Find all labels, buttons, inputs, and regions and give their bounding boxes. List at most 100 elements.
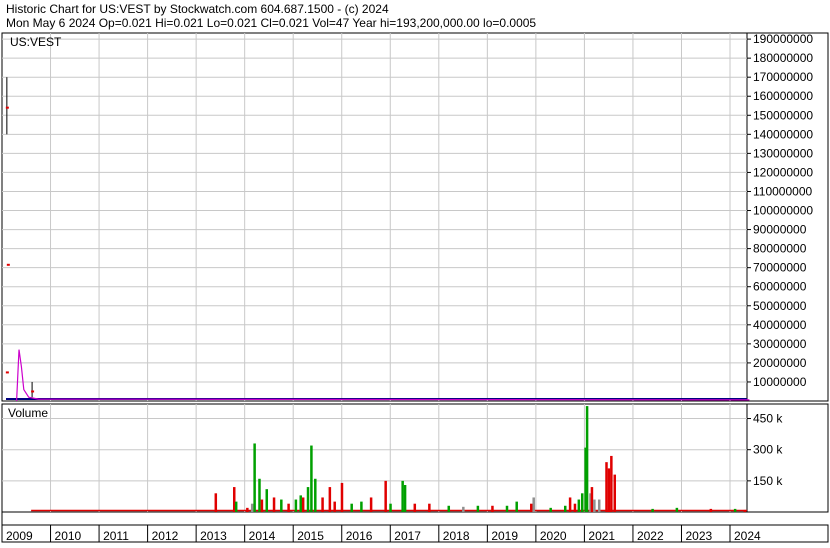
volume-bar	[389, 503, 392, 512]
volume-bar	[287, 503, 290, 512]
price-y-tick-label: 140000000	[753, 127, 813, 141]
volume-bar	[369, 497, 373, 512]
chart-svg: Historic Chart for US:VEST by Stockwatch…	[1, 2, 829, 543]
volume-bar	[310, 445, 313, 512]
price-y-tick-label: 150000000	[753, 108, 813, 122]
volume-bar	[590, 487, 594, 512]
x-axis-year-label: 2011	[103, 529, 129, 543]
volume-bar	[462, 506, 465, 512]
price-panel-title: US:VEST	[10, 35, 62, 49]
volume-bar	[265, 489, 269, 512]
x-axis-year-label: 2016	[346, 529, 373, 543]
volume-bar	[549, 507, 552, 512]
price-y-tick-label: 90000000	[753, 223, 807, 237]
volume-bar	[321, 497, 324, 512]
price-y-tick-label: 40000000	[753, 318, 807, 332]
volume-bar	[301, 497, 305, 512]
volume-bar	[258, 478, 261, 512]
x-axis-year-label: 2024	[734, 529, 761, 543]
price-y-tick-label: 170000000	[753, 70, 813, 84]
volume-bar	[253, 443, 256, 512]
volume-bar	[743, 509, 747, 512]
price-panel: 10000000 20000000 30000000 40000000 50000000…	[1, 32, 829, 402]
price-close-marker	[6, 263, 10, 266]
volume-bar	[314, 478, 317, 512]
price-y-tick-label: 180000000	[753, 51, 813, 65]
volume-bar	[532, 497, 535, 512]
price-y-tick-label: 100000000	[753, 204, 813, 218]
x-axis-year-label: 2019	[491, 529, 518, 543]
x-axis-year-label: 2013	[200, 529, 227, 543]
volume-bar	[476, 505, 480, 512]
volume-bar	[299, 495, 302, 512]
volume-bar	[280, 499, 283, 512]
volume-bar	[515, 501, 518, 512]
price-y-tick-label: 190000000	[753, 32, 813, 46]
x-axis: 2009 2010 2011 2012 2013 2014 2015 2016 2017 2018…	[1, 512, 829, 543]
volume-bar	[605, 462, 608, 512]
volume-bar	[505, 505, 509, 512]
x-axis-year-label: 2009	[6, 529, 33, 543]
price-panel-frame	[1, 32, 829, 402]
price-close-marker	[5, 106, 9, 109]
volume-bar	[360, 501, 363, 512]
volume-bar	[709, 508, 713, 512]
volume-bar	[428, 503, 431, 512]
volume-bar	[250, 503, 254, 512]
volume-bar	[491, 505, 494, 512]
volume-bar	[577, 499, 581, 512]
x-axis-year-label: 2012	[152, 529, 179, 543]
volume-bar	[333, 501, 336, 512]
price-y-tick-label: 160000000	[753, 89, 813, 103]
chart-header-line1: Historic Chart for US:VEST by Stockwatch…	[6, 2, 389, 16]
volume-bar	[401, 480, 404, 512]
price-y-tick-label: 20000000	[753, 356, 807, 370]
volume-bar	[585, 406, 589, 512]
volume-panel: 150 k 300 k 450 k Volume	[1, 403, 829, 513]
x-axis-year-label: 2023	[685, 529, 712, 543]
chart-header-line2: Mon May 6 2024 Op=0.021 Hi=0.021 Lo=0.02…	[6, 16, 536, 30]
x-axis-year-label: 2020	[540, 529, 567, 543]
volume-bar	[563, 505, 567, 512]
volume-bar	[413, 503, 417, 512]
x-axis-year-label: 2022	[637, 529, 664, 543]
volume-bar	[573, 503, 577, 512]
x-axis-year-label: 2018	[443, 529, 470, 543]
volume-bar	[580, 493, 584, 512]
volume-bar	[294, 499, 298, 512]
volume-bar	[530, 503, 533, 512]
volume-bar	[568, 497, 572, 512]
volume-bar	[733, 508, 737, 512]
volume-bar	[350, 503, 353, 512]
volume-bar	[403, 485, 407, 512]
volume-bar	[328, 487, 332, 512]
volume-bar	[607, 468, 611, 512]
volume-bar	[651, 508, 654, 512]
volume-bar	[384, 480, 387, 512]
volume-bar	[246, 507, 249, 512]
volume-y-tick-label: 300 k	[753, 443, 783, 457]
volume-bar	[260, 499, 264, 512]
price-y-tick-label: 30000000	[753, 337, 807, 351]
volume-bar	[234, 501, 238, 512]
price-y-tick-label: 80000000	[753, 242, 807, 256]
x-axis-year-label: 2015	[297, 529, 324, 543]
price-y-tick-label: 110000000	[753, 184, 813, 198]
price-y-tick-label: 50000000	[753, 299, 807, 313]
volume-bar	[597, 499, 601, 512]
x-axis-year-label: 2010	[55, 529, 82, 543]
price-close-marker	[5, 371, 9, 374]
price-y-tick-label: 70000000	[753, 261, 807, 275]
volume-bar	[272, 497, 276, 512]
volume-bar	[306, 487, 310, 512]
volume-bar	[340, 482, 344, 512]
volume-bar	[214, 493, 218, 512]
volume-y-tick-label: 150 k	[753, 474, 783, 488]
price-y-tick-label: 10000000	[753, 375, 807, 389]
volume-y-tick-label: 450 k	[753, 412, 783, 426]
price-y-tick-label: 120000000	[753, 165, 813, 179]
historic-chart: Historic Chart for US:VEST by Stockwatch…	[0, 0, 830, 543]
price-y-tick-label: 130000000	[753, 146, 813, 160]
volume-bar	[610, 455, 613, 512]
price-close-marker	[31, 390, 35, 393]
